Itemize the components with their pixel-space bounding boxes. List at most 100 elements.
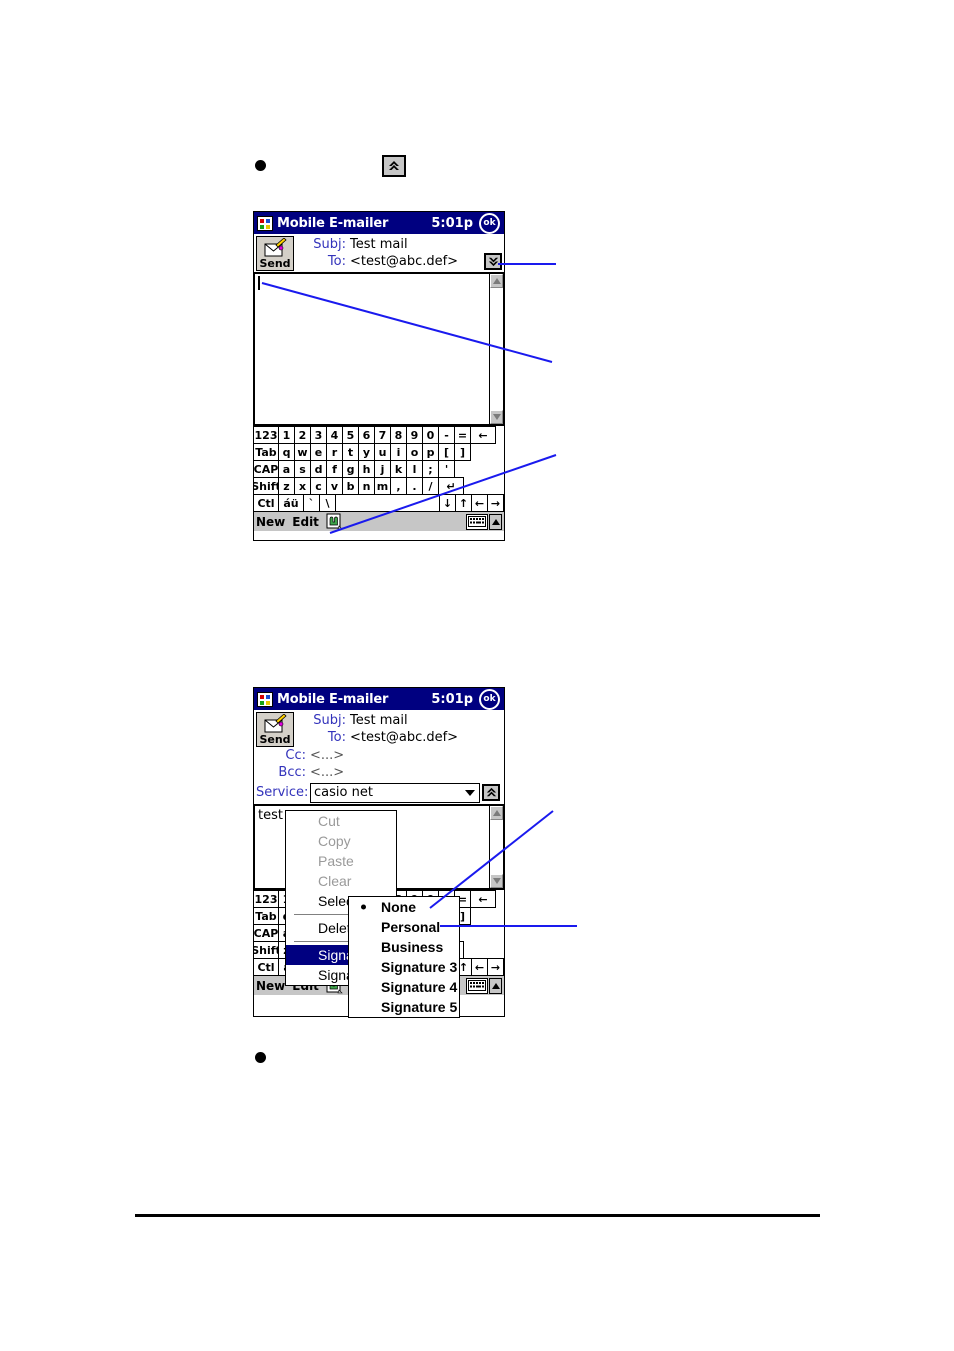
key-w[interactable]: w [294,443,311,461]
key-cap[interactable]: CAP [253,924,279,942]
key-↓[interactable]: ↓ [439,494,456,512]
key-s[interactable]: s [294,460,311,478]
signature-item-personal[interactable]: Personal [349,917,459,937]
key-7[interactable]: 7 [374,426,391,444]
key-→[interactable]: → [487,494,504,512]
key-↑[interactable]: ↑ [455,494,472,512]
hand-write-icon[interactable] [326,513,343,530]
key-y[interactable]: y [358,443,375,461]
field-subject[interactable]: Subj: Test mail [296,712,502,729]
key-=[interactable]: = [454,426,471,444]
signature-submenu[interactable]: None Personal Business Signature 3 Signature… [348,896,460,1018]
key-0[interactable]: 0 [422,426,439,444]
key-e[interactable]: e [310,443,327,461]
key-cap[interactable]: CAP [253,460,279,478]
key-t[interactable]: t [342,443,359,461]
taskbar-edit-button[interactable]: Edit [292,515,319,529]
key-z[interactable]: z [278,477,295,495]
send-button[interactable]: Send [256,712,294,747]
taskbar-new-button[interactable]: New [256,979,285,993]
key-2[interactable]: 2 [294,426,311,444]
ok-button[interactable]: ok [479,212,500,234]
key-/[interactable]: / [422,477,439,495]
key-v[interactable]: v [326,477,343,495]
signature-item-signature-5[interactable]: Signature 5 [349,997,459,1017]
key-b[interactable]: b [342,477,359,495]
key-x[interactable]: x [294,477,311,495]
key-r[interactable]: r [326,443,343,461]
key-f[interactable]: f [326,460,343,478]
key-3[interactable]: 3 [310,426,327,444]
key-][interactable]: ] [454,443,471,461]
key-8[interactable]: 8 [390,426,407,444]
key-áü[interactable]: áü [278,494,304,512]
scroll-up-button[interactable] [490,806,503,820]
scrollbar-track[interactable] [490,820,503,874]
key-tab[interactable]: Tab [253,907,279,925]
key-.[interactable]: . [406,477,423,495]
key-\[interactable]: \ [319,494,336,512]
key-↵[interactable]: ↵ [438,477,464,495]
signature-item-signature-3[interactable]: Signature 3 [349,957,459,977]
key-ctl[interactable]: Ctl [253,958,279,976]
key--[interactable]: - [438,426,455,444]
signature-item-signature-4[interactable]: Signature 4 [349,977,459,997]
key-`[interactable]: ` [303,494,320,512]
service-select[interactable]: casio net [310,782,480,803]
key-m[interactable]: m [374,477,391,495]
body-scrollbar[interactable] [489,273,504,425]
key-;[interactable]: ; [422,460,439,478]
input-panel-chevron-button[interactable] [489,977,502,994]
key-o[interactable]: o [406,443,423,461]
key-j[interactable]: j [374,460,391,478]
key-h[interactable]: h [358,460,375,478]
field-bcc[interactable]: Bcc: <...> [256,764,502,781]
body-scrollbar[interactable] [489,805,504,889]
soft-keyboard[interactable]: 1231234567890-=←Tabqwertyuiop[]CAPasdfgh… [253,425,504,512]
field-to[interactable]: To: <test@abc.def> [296,253,482,270]
key-5[interactable]: 5 [342,426,359,444]
soft-keyboard-icon[interactable] [466,977,488,994]
signature-item-business[interactable]: Business [349,937,459,957]
key-←[interactable]: ← [470,890,496,908]
key-→[interactable]: → [487,958,504,976]
key-space[interactable] [335,494,440,512]
key-6[interactable]: 6 [358,426,375,444]
key-a[interactable]: a [278,460,295,478]
key-n[interactable]: n [358,477,375,495]
message-body-input[interactable] [254,273,489,425]
key-u[interactable]: u [374,443,391,461]
send-button[interactable]: Send [256,236,294,271]
signature-item-none[interactable]: None [349,897,459,917]
key-←[interactable]: ← [471,958,488,976]
key-p[interactable]: p [422,443,439,461]
scroll-down-button[interactable] [490,874,503,888]
key-ctl[interactable]: Ctl [253,494,279,512]
key-123[interactable]: 123 [253,426,279,444]
chevron-up-button[interactable] [482,784,500,801]
key-c[interactable]: c [310,477,327,495]
key-g[interactable]: g [342,460,359,478]
key-123[interactable]: 123 [253,890,279,908]
chevron-down-button[interactable] [484,253,502,270]
scroll-up-button[interactable] [490,274,503,288]
key-←[interactable]: ← [471,494,488,512]
input-panel-chevron-button[interactable] [489,513,502,530]
key-1[interactable]: 1 [278,426,295,444]
key-[[interactable]: [ [438,443,455,461]
taskbar-new-button[interactable]: New [256,515,285,529]
field-to[interactable]: To: <test@abc.def> [296,729,502,746]
key-tab[interactable]: Tab [253,443,279,461]
field-subject[interactable]: Subj: Test mail [296,236,482,253]
ok-button[interactable]: ok [479,688,500,710]
key-i[interactable]: i [390,443,407,461]
chevron-up-button[interactable] [382,155,406,177]
key-9[interactable]: 9 [406,426,423,444]
key-shift[interactable]: Shift [253,477,279,495]
key-←[interactable]: ← [470,426,496,444]
scroll-down-button[interactable] [490,410,503,424]
key-d[interactable]: d [310,460,327,478]
key-l[interactable]: l [406,460,423,478]
key-k[interactable]: k [390,460,407,478]
key-,[interactable]: , [390,477,407,495]
